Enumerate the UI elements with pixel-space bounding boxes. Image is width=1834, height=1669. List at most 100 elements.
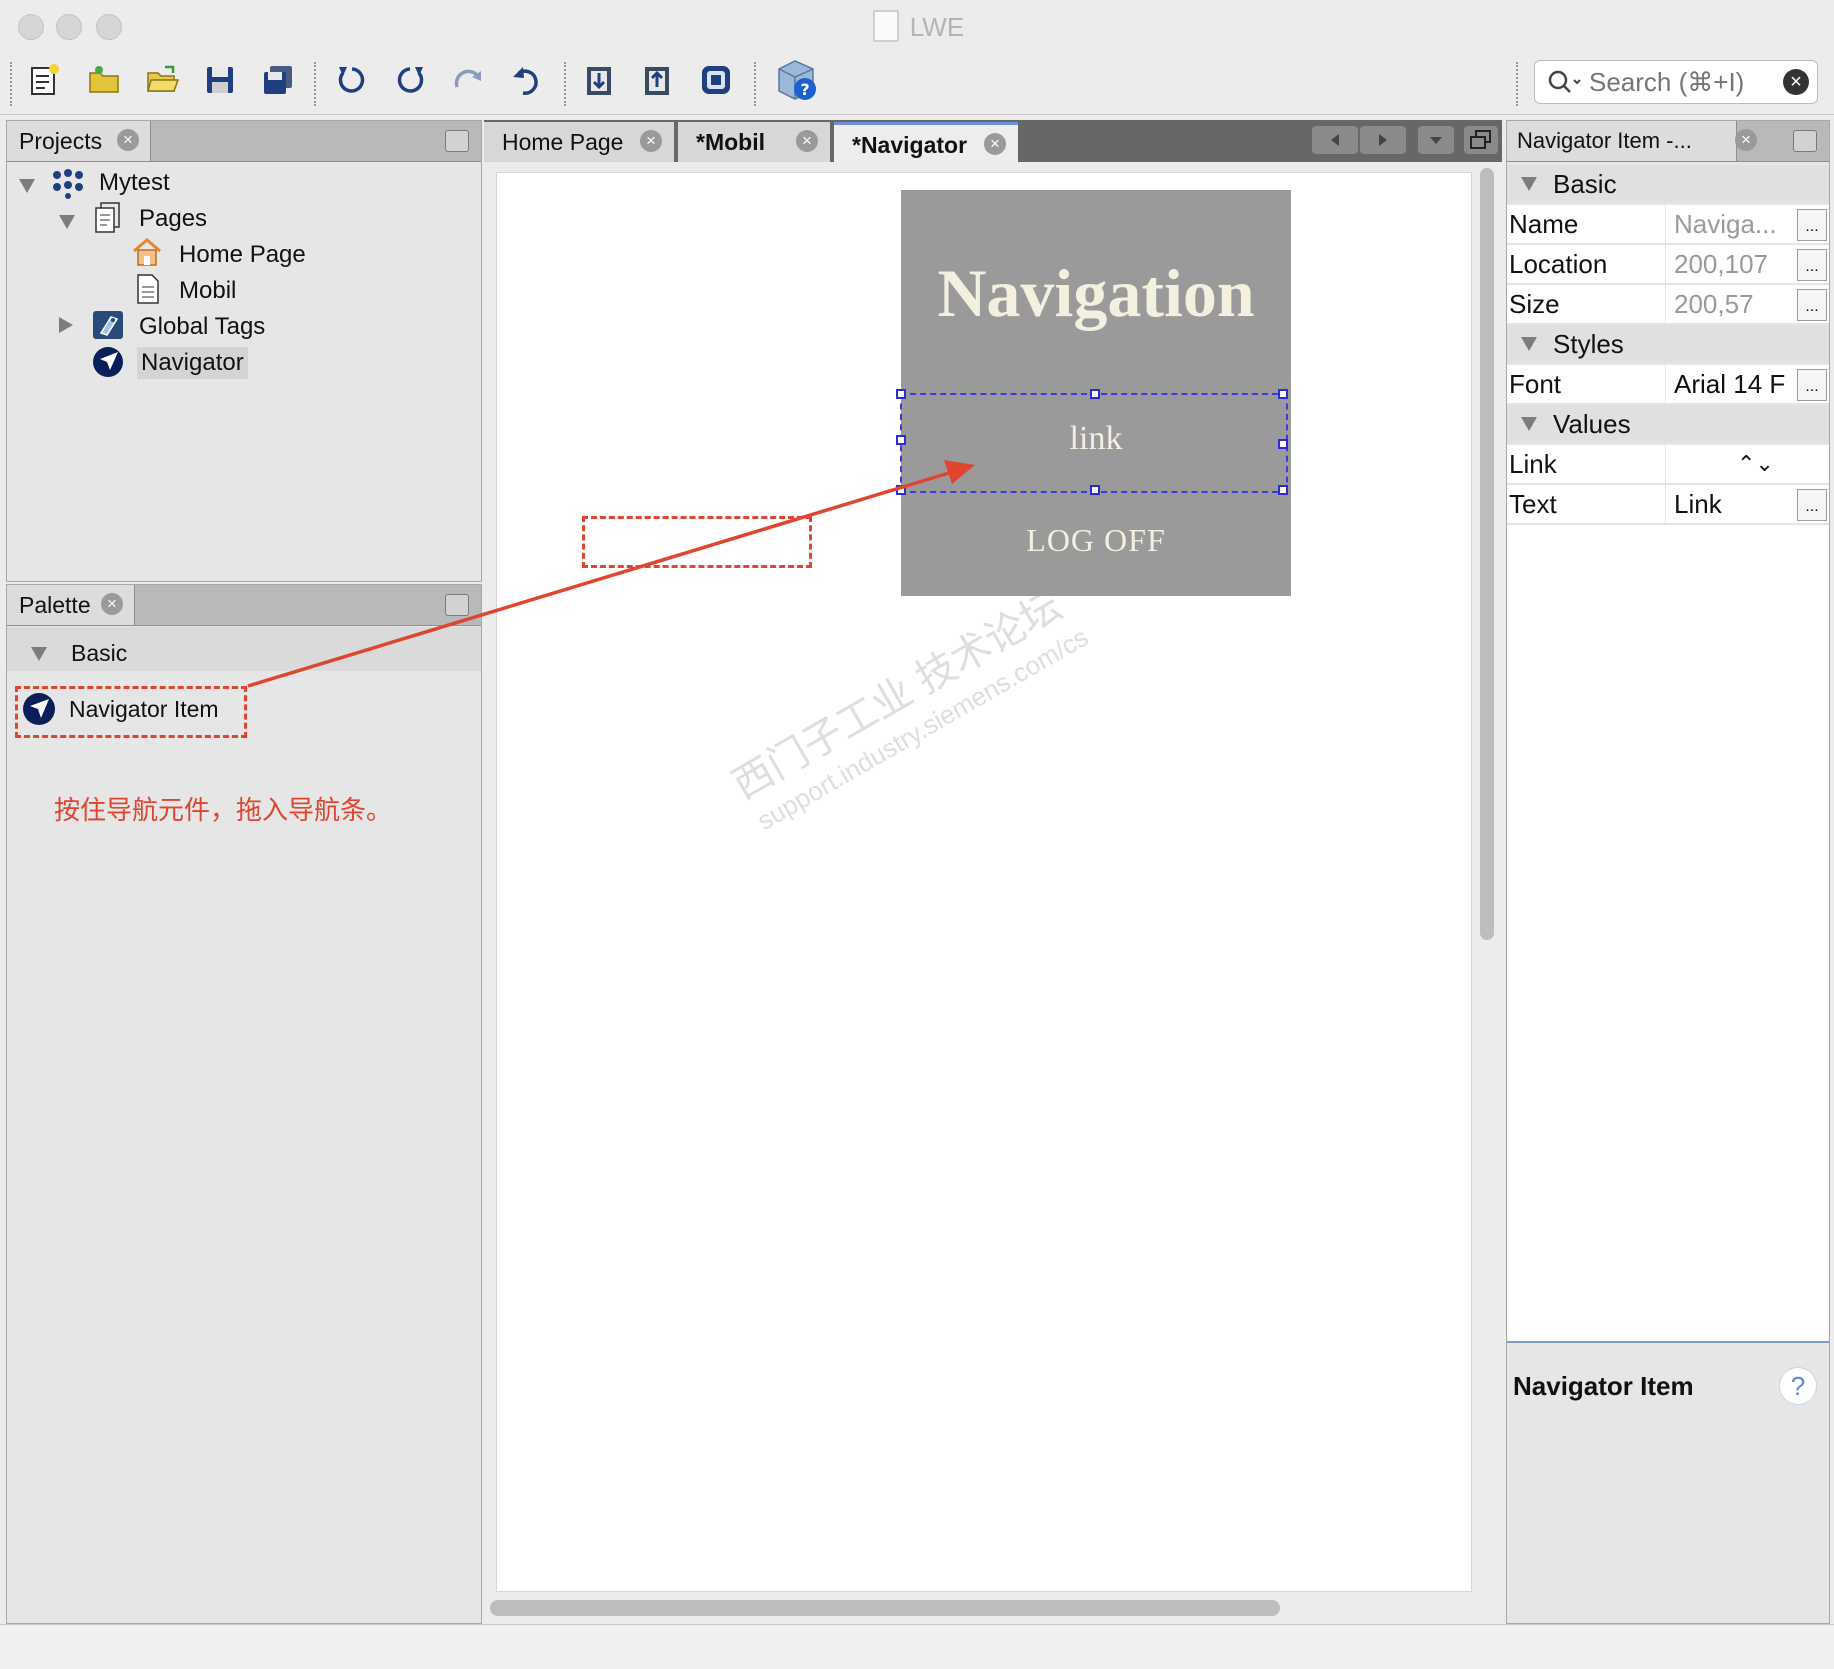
section-basic-label: Basic (1553, 169, 1617, 199)
save-icon[interactable] (200, 60, 240, 100)
expand-arrow-icon[interactable] (1521, 417, 1537, 431)
clear-search-icon[interactable]: × (1783, 69, 1809, 95)
resize-handle-e[interactable] (1278, 439, 1288, 449)
tree-item-mytest[interactable]: Mytest (99, 167, 170, 199)
section-values[interactable]: Values (1507, 405, 1829, 443)
help-icon[interactable]: ? (1779, 1367, 1817, 1405)
tab-properties[interactable]: Navigator Item -... (1507, 121, 1737, 161)
search-input[interactable] (1587, 65, 1781, 99)
link-spinner-icon[interactable]: ⌃⌄ (1737, 445, 1774, 483)
redo-icon[interactable] (390, 60, 430, 100)
open-project-icon[interactable] (142, 60, 182, 100)
prop-font-value: Arial 14 F (1665, 365, 1815, 403)
toolbar-grip (10, 62, 12, 106)
prop-size-edit-button[interactable]: ... (1797, 289, 1827, 321)
prop-size-value: 200,57 (1665, 285, 1815, 323)
search-box[interactable]: × (1534, 60, 1818, 104)
scroll-tabs-right-button[interactable] (1360, 126, 1406, 154)
import-icon[interactable] (580, 60, 620, 100)
section-values-label: Values (1553, 409, 1631, 439)
tree-item-pages[interactable]: Pages (139, 203, 207, 235)
resize-handle-s[interactable] (1090, 485, 1100, 495)
save-all-icon[interactable] (258, 60, 298, 100)
tree-item-mobil[interactable]: Mobil (179, 275, 236, 307)
revert-icon[interactable] (506, 60, 546, 100)
export-icon[interactable] (638, 60, 678, 100)
expand-arrow-icon[interactable] (1521, 337, 1537, 351)
collapse-arrow-icon[interactable] (59, 317, 73, 333)
tree-item-home-page[interactable]: Home Page (179, 239, 306, 271)
expand-arrow-icon[interactable] (19, 179, 35, 193)
tab-projects-label: Projects (19, 128, 103, 154)
minimize-panel-icon[interactable] (445, 130, 469, 152)
close-tab-icon[interactable]: × (984, 133, 1006, 155)
nav-item-log-off[interactable]: LOG OFF (901, 522, 1291, 559)
palette-item-highlight (15, 686, 247, 738)
prop-row-size[interactable]: Size 200,57 ... (1507, 285, 1829, 324)
prop-row-font[interactable]: Font Arial 14 F ... (1507, 365, 1829, 404)
minimize-panel-icon[interactable] (1793, 130, 1817, 152)
close-tab-icon[interactable]: × (796, 130, 818, 152)
horizontal-scrollbar[interactable] (490, 1600, 1280, 1616)
properties-empty-area (1507, 525, 1829, 1341)
prop-row-location[interactable]: Location 200,107 ... (1507, 245, 1829, 284)
prop-row-text[interactable]: Text Link ... (1507, 485, 1829, 524)
prop-location-value: 200,107 (1665, 245, 1815, 283)
instruction-annotation: 按住导航元件，拖入导航条。 (54, 796, 393, 826)
tree-item-global-tags[interactable]: Global Tags (139, 311, 265, 343)
undo-icon[interactable] (332, 60, 372, 100)
close-tab-icon[interactable]: × (640, 130, 662, 152)
expand-arrow-icon[interactable] (59, 215, 75, 229)
editor-tab-bar: Home Page × *Mobil × *Navigator × (484, 120, 1502, 162)
resize-handle-nw[interactable] (896, 389, 906, 399)
vertical-scrollbar[interactable] (1480, 168, 1494, 940)
restore-window-icon[interactable] (1464, 126, 1498, 154)
resize-handle-sw[interactable] (896, 485, 906, 495)
close-projects-tab-icon[interactable]: × (117, 129, 139, 151)
prop-text-edit-button[interactable]: ... (1797, 489, 1827, 521)
help-title: Navigator Item (1513, 1371, 1694, 1401)
redo-disabled-icon[interactable] (448, 60, 488, 100)
new-folder-icon[interactable] (84, 60, 124, 100)
prop-row-link[interactable]: Link ⌃⌄ (1507, 445, 1829, 484)
svg-text:?: ? (800, 80, 809, 99)
prop-name-edit-button[interactable]: ... (1797, 209, 1827, 241)
toolbar-separator (1516, 62, 1518, 106)
resize-handle-se[interactable] (1278, 485, 1288, 495)
palette-panel: Palette × Basic Navigator Item (6, 584, 482, 1624)
properties-panel: Navigator Item -... × Basic Name Naviga.… (1506, 120, 1830, 1624)
prop-font-label: Font (1509, 369, 1562, 399)
tab-navigator[interactable]: *Navigator × (834, 122, 1018, 162)
resize-handle-n[interactable] (1090, 389, 1100, 399)
expand-arrow-icon[interactable] (31, 647, 47, 661)
projects-panel-header: Projects × (7, 121, 481, 162)
selection-outline[interactable] (896, 389, 1288, 495)
tab-palette-label: Palette (19, 592, 91, 618)
drag-ghost-outline (582, 516, 812, 568)
expand-arrow-icon[interactable] (1521, 177, 1537, 191)
tab-home-page[interactable]: Home Page × (484, 122, 674, 162)
tab-navigator-label: *Navigator (852, 132, 968, 158)
tab-properties-label: Navigator Item -... (1517, 128, 1692, 153)
prop-text-label: Text (1509, 489, 1557, 519)
deploy-icon[interactable] (696, 60, 736, 100)
close-properties-tab-icon[interactable]: × (1735, 129, 1757, 151)
prop-location-edit-button[interactable]: ... (1797, 249, 1827, 281)
tab-mobil[interactable]: *Mobil × (678, 122, 830, 162)
scroll-tabs-left-button[interactable] (1312, 126, 1358, 154)
tree-item-navigator[interactable]: Navigator (137, 347, 248, 379)
resize-handle-w[interactable] (896, 435, 906, 445)
tab-list-dropdown-button[interactable] (1418, 126, 1454, 154)
divider (1507, 1341, 1829, 1343)
help-cube-icon[interactable]: ? (772, 56, 820, 104)
navigator-icon (93, 347, 123, 377)
resize-handle-ne[interactable] (1278, 389, 1288, 399)
minimize-panel-icon[interactable] (445, 594, 469, 616)
close-palette-tab-icon[interactable]: × (101, 593, 123, 615)
section-styles[interactable]: Styles (1507, 325, 1829, 363)
tab-home-page-label: Home Page (502, 129, 624, 155)
prop-row-name[interactable]: Name Naviga... ... (1507, 205, 1829, 244)
section-basic[interactable]: Basic (1507, 165, 1829, 203)
new-project-icon[interactable] (24, 60, 64, 100)
prop-font-edit-button[interactable]: ... (1797, 369, 1827, 401)
